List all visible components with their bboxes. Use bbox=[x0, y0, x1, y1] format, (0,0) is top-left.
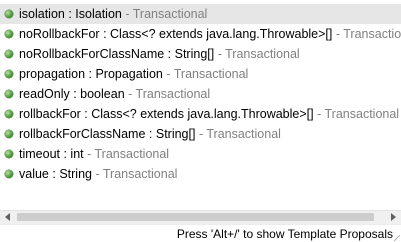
proposal-item[interactable]: rollbackFor : Class<? extends java.lang.… bbox=[0, 104, 401, 124]
proposal-type: String[] bbox=[155, 127, 196, 141]
proposal-owner: Transactional bbox=[225, 47, 300, 61]
proposal-label: isolation : Isolation - Transactional bbox=[19, 7, 208, 21]
public-method-green-dot-icon bbox=[5, 130, 13, 138]
proposal-owner: Transactional bbox=[173, 67, 249, 81]
proposal-type: boolean bbox=[80, 87, 125, 101]
proposal-owner: Transactional bbox=[94, 147, 170, 161]
proposal-item[interactable]: timeout : int - Transactional bbox=[0, 144, 401, 164]
proposal-label: rollbackFor : Class<? extends java.lang.… bbox=[19, 107, 400, 121]
proposal-owner: Transactional bbox=[343, 27, 401, 41]
public-method-green-dot-icon bbox=[5, 150, 13, 158]
proposal-item[interactable]: noRollbackForClassName : String[] - Tran… bbox=[0, 44, 401, 64]
proposal-label: value : String - Transactional bbox=[19, 167, 178, 181]
proposal-label: timeout : int - Transactional bbox=[19, 147, 170, 161]
proposal-name: rollbackForClassName bbox=[19, 127, 146, 141]
proposal-owner: Transactional bbox=[132, 7, 208, 21]
public-method-green-dot-icon bbox=[5, 30, 13, 38]
proposal-type: Isolation bbox=[75, 7, 122, 21]
arrow-right-icon[interactable] bbox=[391, 213, 396, 221]
public-method-green-dot-icon bbox=[5, 90, 13, 98]
proposal-name: isolation bbox=[19, 7, 65, 21]
proposal-label: propagation : Propagation - Transactiona… bbox=[19, 67, 249, 81]
proposal-owner: Transactional bbox=[324, 107, 400, 121]
proposal-type: Propagation bbox=[95, 67, 163, 81]
proposal-label: readOnly : boolean - Transactional bbox=[19, 87, 211, 101]
resize-grip[interactable] bbox=[394, 235, 400, 241]
proposal-label: rollbackForClassName : String[] - Transa… bbox=[19, 127, 281, 141]
proposal-type: String[] bbox=[174, 47, 215, 61]
proposal-name: rollbackFor bbox=[19, 107, 81, 121]
proposal-name: noRollbackFor bbox=[19, 27, 100, 41]
proposal-item[interactable]: noRollbackFor : Class<? extends java.lan… bbox=[0, 24, 401, 44]
public-method-green-dot-icon bbox=[5, 170, 13, 178]
proposal-type: Class<? extends java.lang.Throwable>[] bbox=[91, 107, 314, 121]
scrollbar-thumb[interactable] bbox=[17, 213, 374, 221]
proposal-list[interactable]: isolation : Isolation - Transactional noR… bbox=[0, 4, 401, 184]
proposal-type: Class<? extends java.lang.Throwable>[] bbox=[110, 27, 333, 41]
proposal-name: propagation bbox=[19, 67, 86, 81]
status-hint: Press 'Alt+/' to show Template Proposals bbox=[176, 227, 393, 241]
proposal-owner: Transactional bbox=[206, 127, 281, 141]
proposal-owner: Transactional bbox=[102, 167, 178, 181]
proposal-type: int bbox=[70, 147, 84, 161]
status-bar: Press 'Alt+/' to show Template Proposals bbox=[0, 224, 401, 242]
public-method-green-dot-icon bbox=[5, 50, 13, 58]
proposal-item[interactable]: readOnly : boolean - Transactional bbox=[0, 84, 401, 104]
content-assist-popup: isolation : Isolation - Transactional noR… bbox=[0, 0, 401, 242]
proposal-name: readOnly bbox=[19, 87, 70, 101]
public-method-green-dot-icon bbox=[5, 110, 13, 118]
proposal-item[interactable]: value : String - Transactional bbox=[0, 164, 401, 184]
proposal-name: timeout bbox=[19, 147, 60, 161]
arrow-left-icon[interactable] bbox=[5, 213, 10, 221]
horizontal-scrollbar[interactable] bbox=[0, 210, 401, 224]
proposal-name: value bbox=[19, 167, 49, 181]
proposal-label: noRollbackForClassName : String[] - Tran… bbox=[19, 47, 300, 61]
proposal-item[interactable]: rollbackForClassName : String[] - Transa… bbox=[0, 124, 401, 144]
public-method-green-dot-icon bbox=[5, 10, 13, 18]
public-method-green-dot-icon bbox=[5, 70, 13, 78]
proposal-label: noRollbackFor : Class<? extends java.lan… bbox=[19, 24, 401, 44]
proposal-item[interactable]: isolation : Isolation - Transactional bbox=[0, 4, 401, 24]
proposal-owner: Transactional bbox=[135, 87, 211, 101]
proposal-name: noRollbackForClassName bbox=[19, 47, 165, 61]
proposal-item[interactable]: propagation : Propagation - Transactiona… bbox=[0, 64, 401, 84]
proposal-type: String bbox=[59, 167, 92, 181]
